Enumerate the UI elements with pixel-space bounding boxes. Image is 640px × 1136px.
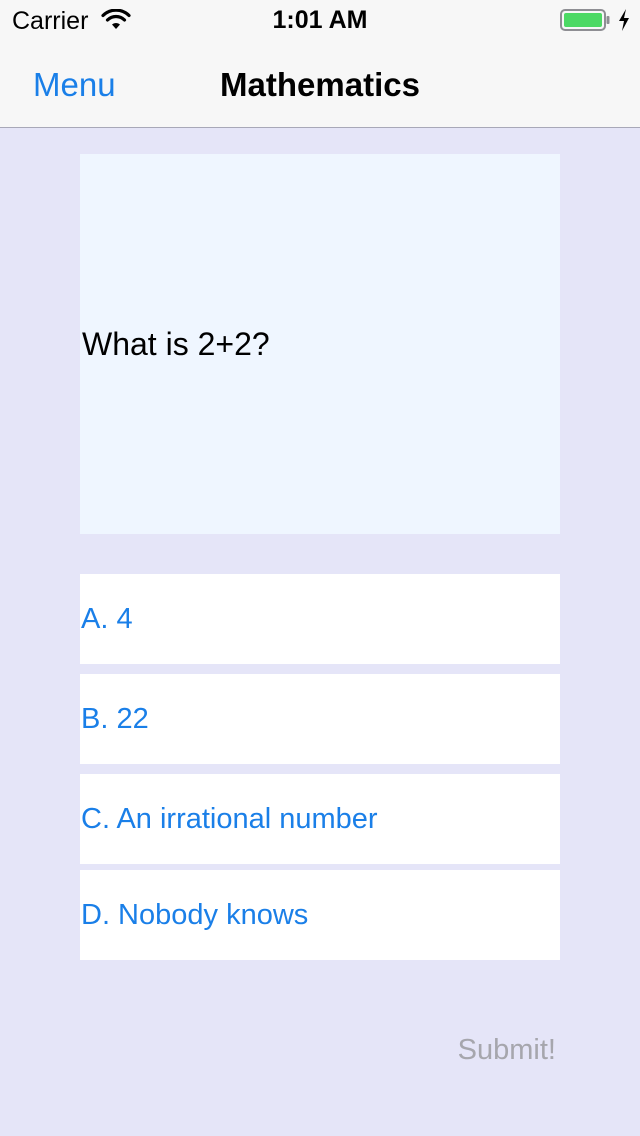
status-bar: Carrier 1:01 AM — [0, 0, 640, 40]
answer-label: B. 22 — [81, 702, 149, 735]
answer-label: D. Nobody knows — [81, 898, 309, 931]
charging-bolt-icon — [619, 9, 629, 31]
answer-option-b[interactable]: B. 22 — [80, 674, 560, 764]
submit-button[interactable]: Submit! — [458, 1034, 556, 1067]
page-title: Mathematics — [220, 66, 420, 103]
question-text: What is 2+2? — [82, 325, 270, 362]
answer-option-a[interactable]: A. 4 — [80, 574, 560, 664]
answer-option-c[interactable]: C. An irrational number — [80, 774, 560, 864]
answer-label: C. An irrational number — [81, 802, 378, 835]
answer-option-d[interactable]: D. Nobody knows — [80, 870, 560, 960]
question-panel: What is 2+2? — [80, 154, 560, 534]
answer-label: A. 4 — [81, 602, 133, 635]
battery-icon — [560, 9, 610, 31]
navigation-bar: Menu Mathematics — [0, 40, 640, 128]
clock: 1:01 AM — [272, 6, 368, 34]
